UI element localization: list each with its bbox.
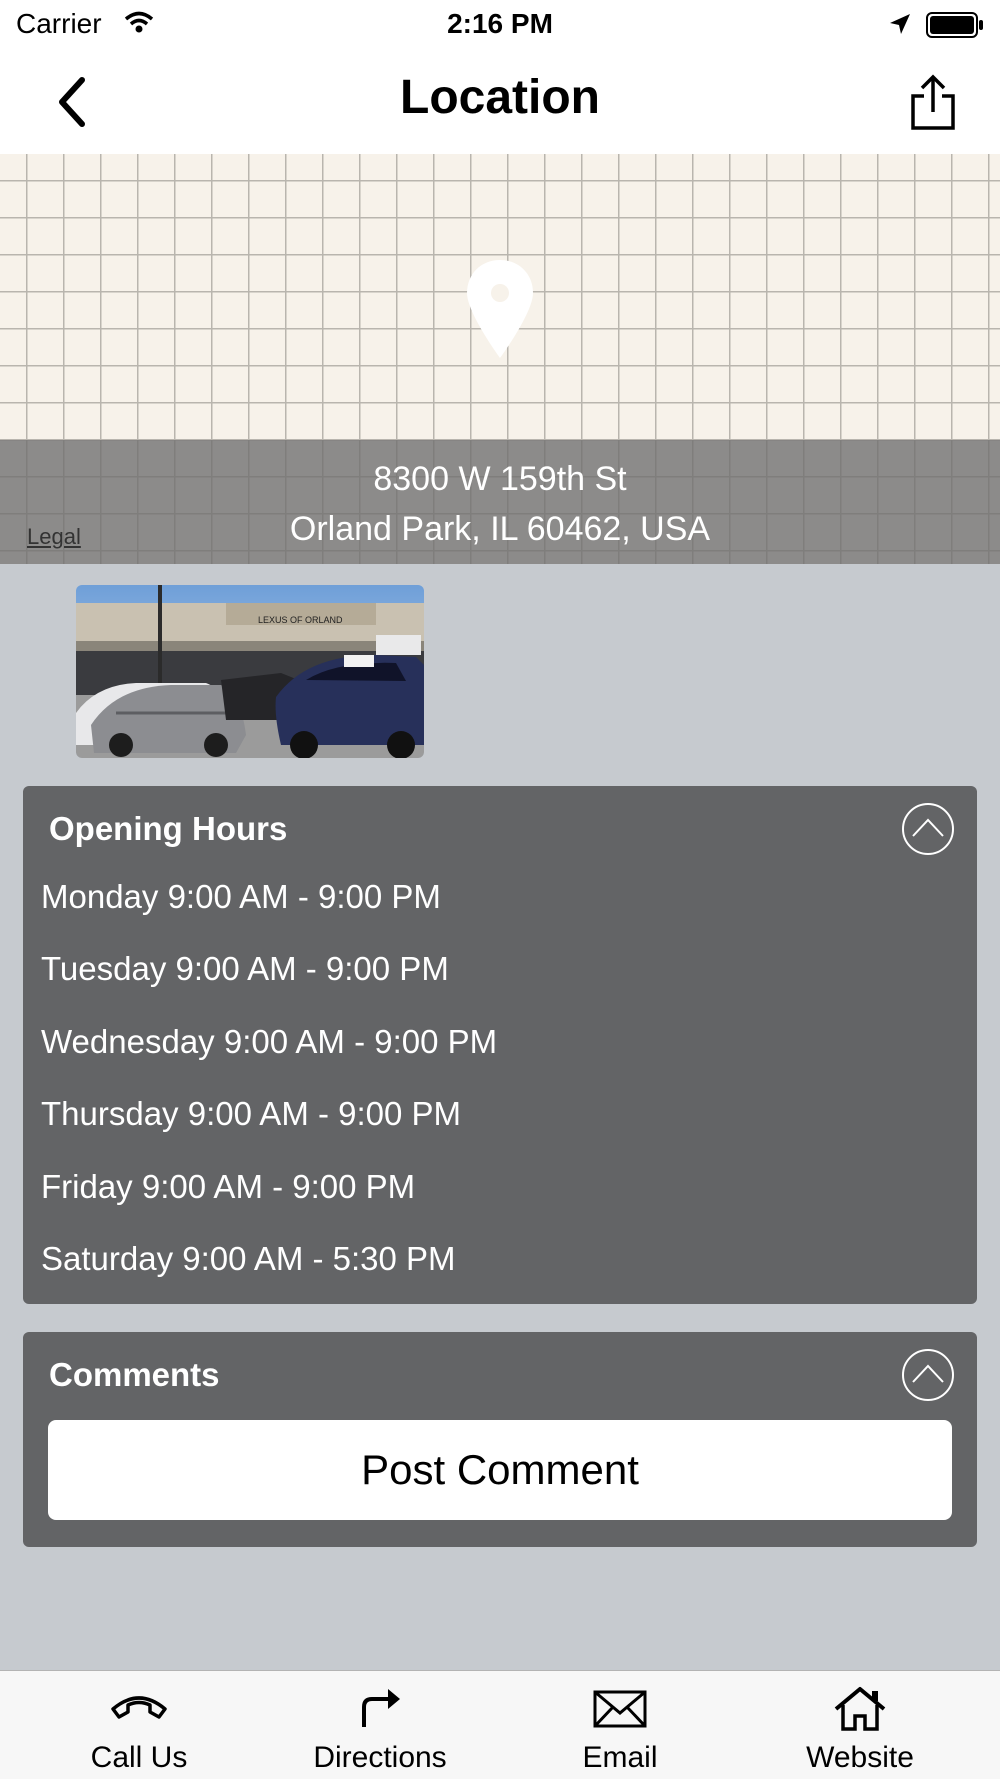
- comments-card: Comments Post Comment: [23, 1332, 977, 1547]
- navigation-bar: Location: [0, 50, 1000, 154]
- address-line-1: 8300 W 159th St: [373, 460, 627, 498]
- opening-hours-card: Opening Hours Monday 9:00 AM - 9:00 PM T…: [23, 786, 977, 1304]
- hours-row-monday: Monday 9:00 AM - 9:00 PM: [41, 878, 441, 915]
- tab-website[interactable]: Website: [735, 1671, 985, 1779]
- legal-link[interactable]: Legal: [27, 524, 81, 550]
- svg-text:LEXUS OF ORLAND: LEXUS OF ORLAND: [258, 615, 343, 625]
- directions-icon: [362, 1689, 400, 1727]
- tab-directions[interactable]: Directions: [255, 1671, 505, 1779]
- tab-website-label: Website: [806, 1741, 914, 1774]
- collapse-hours-icon[interactable]: [901, 802, 955, 856]
- hours-row-thursday: Thursday 9:00 AM - 9:00 PM: [41, 1095, 462, 1132]
- tab-email-label: Email: [582, 1741, 658, 1774]
- map-pin-icon[interactable]: [465, 258, 535, 360]
- opening-hours-title: Opening Hours: [49, 810, 288, 847]
- dealership-photo-image: LEXUS OF ORLAND: [76, 585, 424, 758]
- hours-row-tuesday: Tuesday 9:00 AM - 9:00 PM: [41, 950, 449, 987]
- tab-email[interactable]: Email: [495, 1671, 745, 1779]
- home-icon: [834, 1687, 886, 1731]
- map-view[interactable]: 8300 W 159th St Orland Park, IL 60462, U…: [0, 154, 1000, 564]
- page-title: Location: [400, 71, 600, 124]
- status-bar: Carrier 2:16 PM: [0, 0, 1000, 50]
- share-icon[interactable]: [908, 74, 958, 132]
- hours-row-wednesday: Wednesday 9:00 AM - 9:00 PM: [41, 1023, 498, 1060]
- tab-call-us-label: Call Us: [90, 1741, 188, 1774]
- battery-icon: [926, 12, 983, 38]
- hours-row-friday: Friday 9:00 AM - 9:00 PM: [41, 1168, 416, 1205]
- hours-row-saturday: Saturday 9:00 AM - 5:30 PM: [41, 1240, 456, 1277]
- address-line-2: Orland Park, IL 60462, USA: [289, 510, 711, 548]
- dealership-photo[interactable]: LEXUS OF ORLAND: [76, 585, 424, 758]
- clock: 2:16 PM: [447, 8, 553, 39]
- tab-call-us[interactable]: Call Us: [14, 1671, 264, 1779]
- bottom-tab-bar: Call Us Directions Email Website: [0, 1670, 1000, 1779]
- email-icon: [593, 1690, 647, 1728]
- comments-title: Comments: [49, 1356, 220, 1393]
- tab-directions-label: Directions: [313, 1741, 447, 1774]
- location-arrow-icon: [890, 14, 910, 34]
- post-comment-button[interactable]: Post Comment: [48, 1420, 952, 1520]
- phone-icon: [111, 1696, 167, 1719]
- collapse-comments-icon[interactable]: [901, 1348, 955, 1402]
- address-overlay: 8300 W 159th St Orland Park, IL 60462, U…: [0, 440, 1000, 564]
